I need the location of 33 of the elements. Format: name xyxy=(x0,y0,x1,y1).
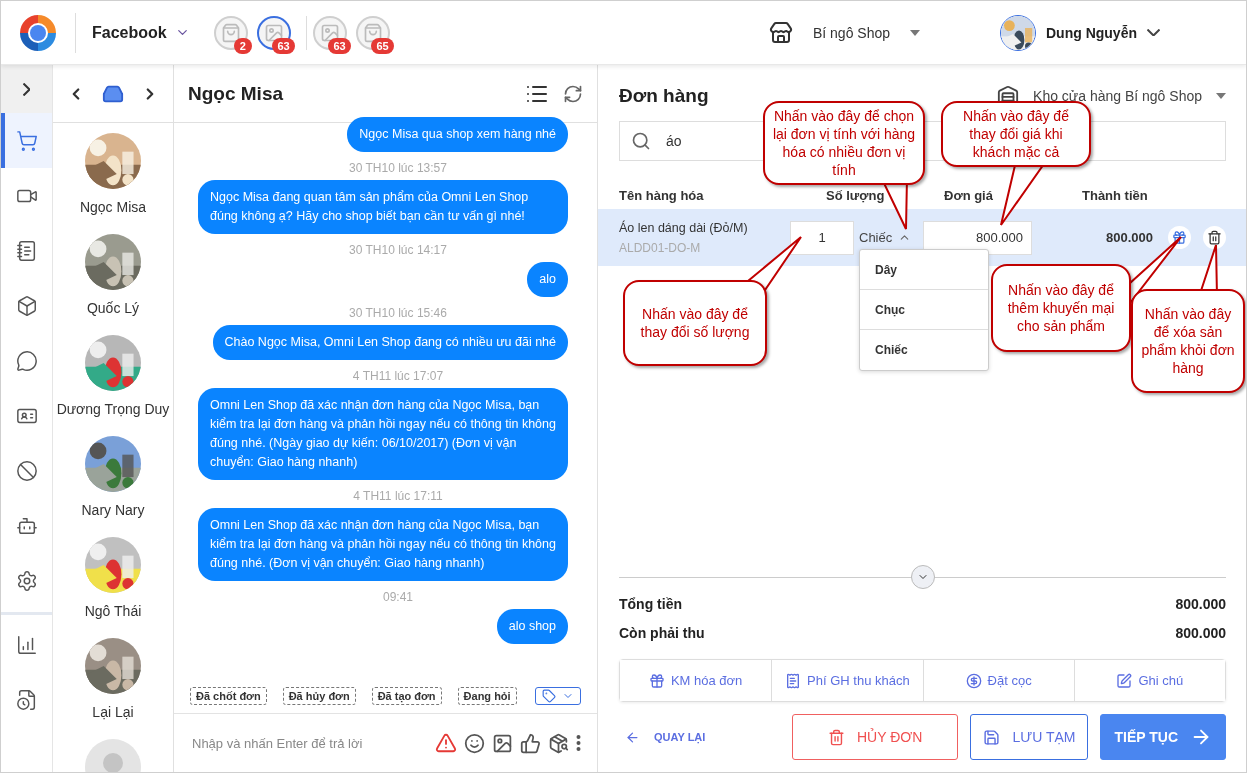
count-badge: 63 xyxy=(328,37,351,54)
message-time: 09:41 xyxy=(383,589,413,606)
total-value: 800.000 xyxy=(1175,595,1226,612)
count-badge: 2 xyxy=(233,37,252,54)
callout: Nhấn vào đây để chọn lại đơn vị tính với hàng hóa có nhiều đơn vị tính xyxy=(763,101,925,185)
count-badge: 65 xyxy=(371,37,394,54)
order-title: Đơn hàng xyxy=(619,85,710,107)
column-header: Thành tiền xyxy=(1082,188,1149,203)
product-sku: ALDD01-DO-M xyxy=(619,240,702,255)
message-bubble: Chào Ngọc Misa, Omni Len Shop đang có nhiều ưu đãi nhé xyxy=(212,325,568,360)
column-header: Tên hàng hóa xyxy=(619,188,705,203)
column-header: Đơn giá xyxy=(944,188,994,203)
message-time: 4 TH11 lúc 17:11 xyxy=(353,488,443,505)
line-total: 800.000 xyxy=(1105,230,1153,245)
message-bubble: alo shop xyxy=(496,609,568,644)
message-bubble: Omni Len Shop đã xác nhận đơn hàng của Ngọc Misa, bạn kiểm tra lại đơn hàng và phản hồi ngay nếu có thông tin không đúng nhé. (Đơn vị vận chuyển: Giao hàng nhanh) xyxy=(198,508,568,581)
message-bubble: Ngọc Misa đang quan tâm sản phẩm của Omni Len Shop đúng không ạ? Hãy cho shop biết bạn cần tư vấn gì nhé! xyxy=(198,180,568,234)
callout: Nhấn vào đây để xóa sản phẩm khỏi đơn hàng xyxy=(1131,289,1245,393)
message-time: 30 TH10 lúc 14:17 xyxy=(349,242,447,259)
callout: Nhấn vào đây để thay đổi số lượng xyxy=(623,280,767,366)
total-label: Còn phải thu xyxy=(619,624,705,641)
message-bubble: alo xyxy=(527,262,568,297)
total-label: Tổng tiền xyxy=(619,595,682,612)
message-time: 4 TH11 lúc 17:07 xyxy=(352,368,444,385)
message-time: 30 TH10 lúc 13:57 xyxy=(349,160,447,177)
message-bubble: Omni Len Shop đã xác nhận đơn hàng của Ngọc Misa, bạn kiểm tra lại đơn hàng và phản hồi ngay nếu có thông tin không đúng nhé. (Ngày giao dự kiến: 06/10/2017) (Đơn vị vận chuyển: Giao hàng nhanh) xyxy=(198,388,568,480)
total-value: 800.000 xyxy=(1175,624,1226,641)
chat-title: Ngọc Misa xyxy=(188,82,285,105)
column-header: Số lượng xyxy=(826,188,886,203)
count-badge: 63 xyxy=(272,37,295,54)
product-name: Áo len dáng dài (Đỏ/M) xyxy=(619,220,749,235)
message-bubble: Ngọc Misa qua shop xem hàng nhé xyxy=(347,117,568,152)
message-time: 30 TH10 lúc 15:46 xyxy=(349,305,447,322)
